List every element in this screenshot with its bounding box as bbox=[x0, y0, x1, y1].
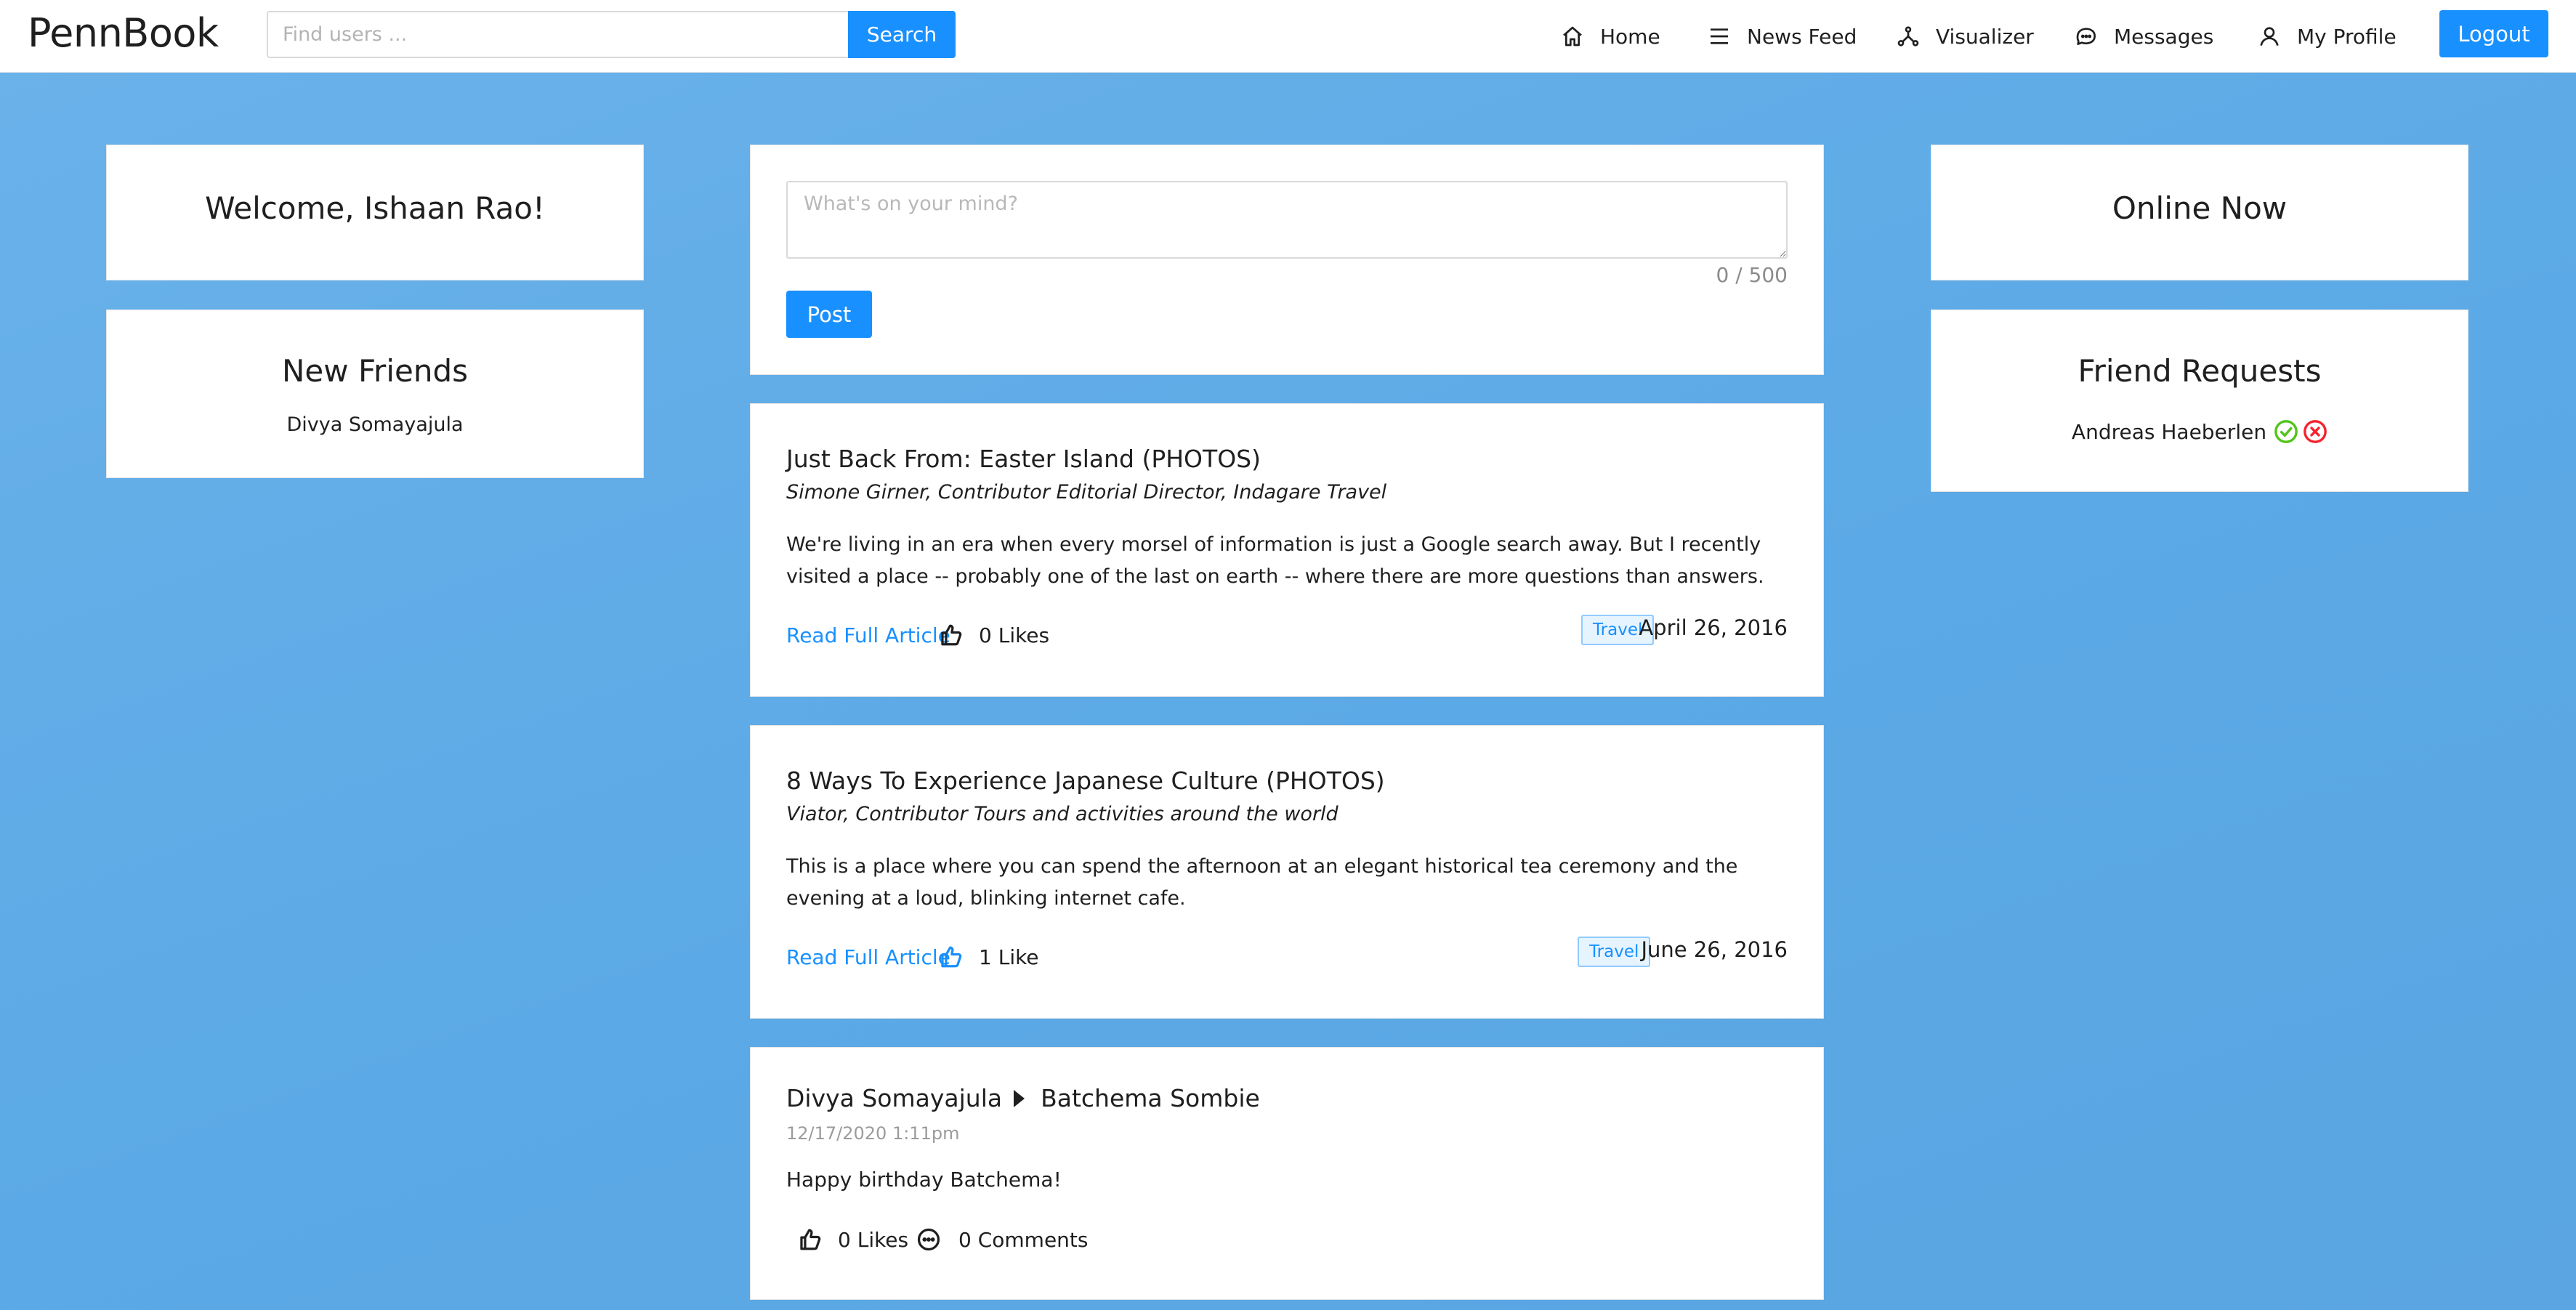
nav-news-feed[interactable]: News Feed bbox=[1708, 0, 1857, 73]
nav-visualizer-label: Visualizer bbox=[1936, 24, 2034, 49]
search-button[interactable]: Search bbox=[848, 11, 956, 58]
search-input[interactable] bbox=[267, 11, 848, 58]
caret-right-icon bbox=[1014, 1089, 1025, 1107]
reject-close-icon[interactable] bbox=[2303, 419, 2327, 444]
article-author: Viator, Contributor Tours and activities… bbox=[786, 803, 1339, 825]
app-logo[interactable]: PennBook bbox=[28, 10, 219, 56]
article-title: 8 Ways To Experience Japanese Culture (P… bbox=[786, 767, 1385, 795]
like-count: 0 Likes bbox=[838, 1228, 909, 1252]
nav-messages-label: Messages bbox=[2114, 24, 2214, 49]
logout-button[interactable]: Logout bbox=[2439, 10, 2548, 57]
nav-my-profile-label: My Profile bbox=[2297, 24, 2397, 49]
post-textarea[interactable] bbox=[786, 181, 1788, 259]
comment-count: 0 Comments bbox=[958, 1228, 1089, 1252]
article-summary: This is a place where you can spend the … bbox=[786, 855, 1738, 910]
read-full-article-link[interactable]: Read Full Article bbox=[786, 945, 950, 969]
nav-messages[interactable]: Messages bbox=[2075, 0, 2213, 73]
chat-icon bbox=[2076, 28, 2096, 45]
wall-post-content: Happy birthday Batchema! bbox=[786, 1168, 1062, 1192]
like-icon[interactable] bbox=[939, 623, 964, 647]
friend-requests-card: Friend Requests Andreas Haeberlen bbox=[1931, 310, 2468, 492]
post-button[interactable]: Post bbox=[786, 291, 872, 338]
friend-requests-heading: Friend Requests bbox=[2078, 353, 2322, 389]
online-now-card: Online Now bbox=[1931, 145, 2468, 280]
article-author: Simone Girner, Contributor Editorial Dir… bbox=[786, 481, 1387, 504]
home-icon bbox=[1563, 26, 1582, 47]
article-date: April 26, 2016 bbox=[1639, 615, 1788, 640]
article-post: 8 Ways To Experience Japanese Culture (P… bbox=[750, 725, 1824, 1019]
nav-home-label: Home bbox=[1600, 24, 1660, 49]
nav-news-feed-label: News Feed bbox=[1747, 24, 1857, 49]
network-icon bbox=[1897, 26, 1919, 47]
article-title: Just Back From: Easter Island (PHOTOS) bbox=[786, 445, 1261, 473]
like-count: 1 Like bbox=[979, 945, 1039, 969]
post-composer: 0 / 500 Post bbox=[750, 145, 1824, 375]
char-count: 0 / 500 bbox=[1716, 263, 1788, 287]
article-summary: We're living in an era when every morsel… bbox=[786, 533, 1764, 588]
user-icon bbox=[2260, 27, 2279, 47]
menu-icon bbox=[1711, 28, 1728, 44]
welcome-card: Welcome, Ishaan Rao! bbox=[106, 145, 644, 280]
friend-request-name[interactable]: Andreas Haeberlen bbox=[2072, 420, 2266, 444]
nav-home[interactable]: Home bbox=[1561, 0, 1660, 73]
wall-post: Divya Somayajula Batchema Sombie 12/17/2… bbox=[750, 1047, 1824, 1300]
nav-my-profile[interactable]: My Profile bbox=[2258, 0, 2397, 73]
comment-icon[interactable] bbox=[916, 1227, 941, 1252]
nav-visualizer[interactable]: Visualizer bbox=[1897, 0, 2034, 73]
like-icon[interactable] bbox=[939, 945, 964, 969]
welcome-heading: Welcome, Ishaan Rao! bbox=[205, 190, 545, 226]
new-friends-card: New Friends Divya Somayajula bbox=[106, 310, 644, 478]
wall-post-timestamp: 12/17/2020 1:11pm bbox=[786, 1123, 960, 1144]
article-date: June 26, 2016 bbox=[1641, 937, 1788, 962]
read-full-article-link[interactable]: Read Full Article bbox=[786, 623, 950, 647]
like-icon[interactable] bbox=[798, 1227, 823, 1252]
friend-request-item: Andreas Haeberlen bbox=[1931, 419, 2468, 444]
wall-post-header: Divya Somayajula Batchema Sombie bbox=[786, 1084, 1260, 1112]
top-nav-bar: PennBook Search Home News Feed Visualize… bbox=[0, 0, 2576, 73]
category-tag: Travel bbox=[1578, 937, 1651, 967]
like-count: 0 Likes bbox=[979, 623, 1050, 647]
wall-post-author[interactable]: Divya Somayajula bbox=[786, 1084, 1002, 1112]
online-now-heading: Online Now bbox=[2112, 190, 2288, 226]
new-friend-item[interactable]: Divya Somayajula bbox=[107, 413, 643, 436]
article-post: Just Back From: Easter Island (PHOTOS) S… bbox=[750, 403, 1824, 697]
wall-post-recipient[interactable]: Batchema Sombie bbox=[1041, 1084, 1260, 1112]
accept-check-icon[interactable] bbox=[2274, 419, 2298, 444]
new-friends-heading: New Friends bbox=[282, 353, 468, 389]
